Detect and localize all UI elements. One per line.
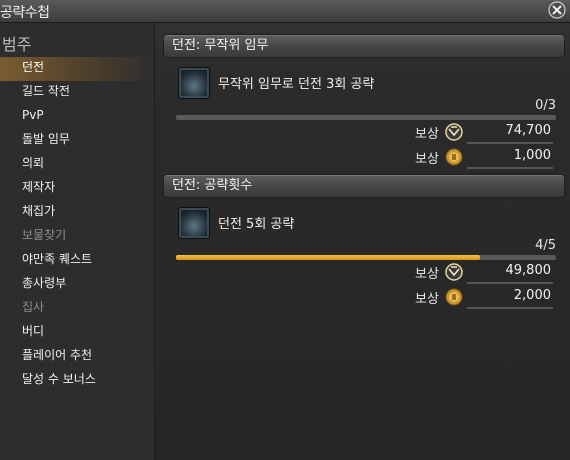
sidebar-item-label: 의뢰 bbox=[22, 156, 45, 170]
reward-amount: 1,000 bbox=[513, 148, 551, 163]
sidebar-item-buddy[interactable]: 버디 bbox=[0, 321, 154, 345]
sidebar-item-label: 야만족 퀘스트 bbox=[22, 252, 93, 266]
reward-divider bbox=[467, 282, 553, 284]
sidebar-item-label: 보물찾기 bbox=[22, 228, 67, 242]
sidebar-item-beast-tribe-quests[interactable]: 야만족 퀘스트 bbox=[0, 249, 154, 273]
category-sidebar: 범주 던전 길드 작전 PvP 돌발 임무 의뢰 제작자 채집가 보물찾기 야만… bbox=[0, 23, 155, 460]
reward-row: 보상 49,800 bbox=[155, 263, 570, 284]
objectives-panel: 던전: 무작위 임무 무작위 임무로 던전 3회 공략 0/3 보상 74,70… bbox=[155, 23, 570, 460]
sidebar-item-label: 총사령부 bbox=[22, 276, 67, 290]
reward-amount: 2,000 bbox=[513, 288, 551, 303]
reward-row: 보상 2,000 bbox=[155, 288, 570, 309]
close-icon[interactable] bbox=[548, 1, 566, 19]
seal-icon bbox=[445, 123, 463, 141]
sidebar-item-label: 버디 bbox=[22, 324, 45, 338]
reward-row: 보상 1,000 bbox=[155, 148, 570, 169]
reward-divider bbox=[467, 142, 553, 144]
sidebar-item-label: 제작자 bbox=[22, 180, 56, 194]
gil-coin-icon bbox=[445, 288, 463, 306]
category-list: 던전 길드 작전 PvP 돌발 임무 의뢰 제작자 채집가 보물찾기 야만족 퀘… bbox=[0, 57, 154, 393]
sidebar-item-label: 돌발 임무 bbox=[22, 132, 70, 146]
sidebar-item-retainer: 집사 bbox=[0, 297, 154, 321]
sidebar-item-crafter[interactable]: 제작자 bbox=[0, 177, 154, 201]
sidebar-item-guild-operations[interactable]: 길드 작전 bbox=[0, 81, 154, 105]
gil-coin-icon bbox=[445, 148, 463, 166]
category-title: 범주 bbox=[2, 35, 32, 54]
progress-bar bbox=[176, 255, 556, 260]
sidebar-item-label: 길드 작전 bbox=[22, 84, 70, 98]
sidebar-item-label: 집사 bbox=[22, 300, 45, 314]
progress-count: 0/3 bbox=[535, 98, 556, 113]
progress-bar bbox=[176, 115, 556, 120]
section-header-dungeon-clears: 던전: 공략횟수 bbox=[163, 174, 565, 198]
quest-objective-text: 무작위 임무로 던전 3회 공략 bbox=[218, 77, 375, 92]
dungeon-icon bbox=[178, 207, 210, 239]
sidebar-item-fate[interactable]: 돌발 임무 bbox=[0, 129, 154, 153]
sidebar-item-dungeon[interactable]: 던전 bbox=[0, 57, 154, 81]
reward-amount: 49,800 bbox=[505, 263, 552, 278]
sidebar-item-treasure-hunt: 보물찾기 bbox=[0, 225, 154, 249]
sidebar-item-player-commendation[interactable]: 플레이어 추천 bbox=[0, 345, 154, 369]
quest-objective-text: 던전 5회 공략 bbox=[218, 217, 295, 232]
sidebar-item-pvp[interactable]: PvP bbox=[0, 105, 154, 129]
sidebar-item-label: PvP bbox=[22, 108, 44, 122]
reward-label: 보상 bbox=[415, 127, 439, 142]
sidebar-item-label: 채집가 bbox=[22, 204, 56, 218]
dungeon-icon bbox=[178, 67, 210, 99]
sidebar-item-completion-bonus[interactable]: 달성 수 보너스 bbox=[0, 369, 154, 393]
reward-row: 보상 74,700 bbox=[155, 123, 570, 144]
sidebar-item-label: 달성 수 보너스 bbox=[22, 372, 96, 386]
progress-count: 4/5 bbox=[535, 238, 556, 253]
reward-label: 보상 bbox=[415, 267, 439, 282]
reward-label: 보상 bbox=[415, 152, 439, 167]
sidebar-item-label: 던전 bbox=[22, 60, 45, 74]
reward-divider bbox=[467, 167, 553, 169]
sidebar-item-levequests[interactable]: 의뢰 bbox=[0, 153, 154, 177]
sidebar-item-gatherer[interactable]: 채집가 bbox=[0, 201, 154, 225]
reward-amount: 74,700 bbox=[505, 123, 552, 138]
reward-divider bbox=[467, 307, 553, 309]
seal-icon bbox=[445, 263, 463, 281]
reward-label: 보상 bbox=[415, 292, 439, 307]
title-bar[interactable]: 공략수첩 bbox=[0, 0, 570, 23]
sidebar-item-grand-company[interactable]: 총사령부 bbox=[0, 273, 154, 297]
progress-bar-fill bbox=[176, 255, 480, 260]
window-title: 공략수첩 bbox=[0, 5, 50, 21]
section-header-random-duty: 던전: 무작위 임무 bbox=[163, 34, 565, 58]
journal-window: 공략수첩 범주 던전 길드 작전 PvP 돌발 임무 의뢰 제작자 채집가 보물… bbox=[0, 0, 570, 460]
sidebar-item-label: 플레이어 추천 bbox=[22, 348, 93, 362]
